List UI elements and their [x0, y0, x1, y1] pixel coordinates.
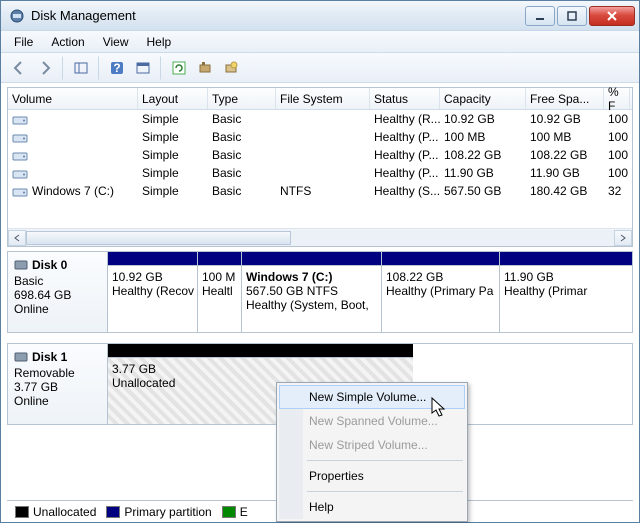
show-hide-button[interactable]	[69, 56, 99, 80]
refresh-button[interactable]	[167, 56, 191, 80]
menu-action[interactable]: Action	[42, 33, 93, 51]
partition[interactable]: 108.22 GBHealthy (Primary Pa	[382, 252, 500, 332]
legend-extended: E	[222, 505, 248, 519]
menu-file[interactable]: File	[5, 33, 42, 51]
volume-row[interactable]: Simple Basic Healthy (R... 10.92 GB 10.9…	[8, 110, 632, 128]
ctx-properties[interactable]: Properties	[279, 464, 465, 488]
help-button[interactable]: ?	[105, 56, 129, 80]
legend-unallocated: Unallocated	[15, 505, 96, 519]
settings-button[interactable]	[131, 56, 161, 80]
partition-bar	[108, 344, 413, 358]
col-pfree[interactable]: % F	[604, 88, 630, 109]
forward-button[interactable]	[33, 56, 63, 80]
partition-bar	[108, 252, 197, 266]
col-volume[interactable]: Volume	[8, 88, 138, 109]
ctx-new-striped-volume: New Striped Volume...	[279, 433, 465, 457]
minimize-button[interactable]	[525, 6, 555, 26]
drive-icon	[12, 132, 28, 144]
close-button[interactable]	[589, 6, 635, 26]
maximize-button[interactable]	[557, 6, 587, 26]
drive-icon	[12, 186, 28, 198]
col-free[interactable]: Free Spa...	[526, 88, 604, 109]
col-capacity[interactable]: Capacity	[440, 88, 526, 109]
disk-0-info: Disk 0 Basic 698.64 GB Online	[8, 252, 108, 332]
drive-icon	[12, 168, 28, 180]
partition[interactable]: 100 MHealtl	[198, 252, 242, 332]
context-menu: New Simple Volume... New Spanned Volume.…	[276, 382, 468, 522]
volume-row[interactable]: Simple Basic Healthy (P... 108.22 GB 108…	[8, 146, 632, 164]
volume-list[interactable]: Volume Layout Type File System Status Ca…	[7, 87, 633, 247]
scroll-track[interactable]	[26, 230, 614, 246]
legend-primary: Primary partition	[106, 505, 211, 519]
volume-rows: Simple Basic Healthy (R... 10.92 GB 10.9…	[8, 110, 632, 228]
back-button[interactable]	[7, 56, 31, 80]
toolbar: ?	[1, 53, 639, 83]
partition-bar	[382, 252, 499, 266]
col-status[interactable]: Status	[370, 88, 440, 109]
horizontal-scrollbar[interactable]	[8, 228, 632, 246]
more-actions-button[interactable]	[219, 56, 243, 80]
partition[interactable]: 11.90 GBHealthy (Primar	[500, 252, 632, 332]
drive-icon	[12, 150, 28, 162]
column-headers[interactable]: Volume Layout Type File System Status Ca…	[8, 88, 632, 110]
app-icon	[9, 8, 25, 24]
disk-icon	[14, 350, 28, 364]
context-menu-separator	[307, 460, 463, 461]
menu-bar: File Action View Help	[1, 31, 639, 53]
partition[interactable]: 10.92 GBHealthy (Recov	[108, 252, 198, 332]
col-layout[interactable]: Layout	[138, 88, 208, 109]
col-filesystem[interactable]: File System	[276, 88, 370, 109]
partition-bar	[242, 252, 381, 266]
menu-view[interactable]: View	[94, 33, 138, 51]
partition-bar	[500, 252, 632, 266]
scroll-thumb[interactable]	[26, 231, 291, 245]
volume-row[interactable]: Simple Basic Healthy (P... 100 MB 100 MB…	[8, 128, 632, 146]
title-bar[interactable]: Disk Management	[1, 1, 639, 31]
scroll-right-button[interactable]	[614, 230, 632, 246]
disk-icon	[14, 258, 28, 272]
ctx-new-simple-volume[interactable]: New Simple Volume...	[279, 385, 465, 409]
disk-1-info: Disk 1 Removable 3.77 GB Online	[8, 344, 108, 424]
col-type[interactable]: Type	[208, 88, 276, 109]
ctx-help[interactable]: Help	[279, 495, 465, 519]
window-title: Disk Management	[31, 8, 523, 23]
svg-text:?: ?	[113, 61, 120, 75]
ctx-new-spanned-volume: New Spanned Volume...	[279, 409, 465, 433]
disk-0[interactable]: Disk 0 Basic 698.64 GB Online 10.92 GBHe…	[7, 251, 633, 333]
scroll-left-button[interactable]	[8, 230, 26, 246]
context-menu-separator	[307, 491, 463, 492]
volume-row[interactable]: Simple Basic Healthy (P... 11.90 GB 11.9…	[8, 164, 632, 182]
rescan-button[interactable]	[193, 56, 217, 80]
volume-row[interactable]: Windows 7 (C:) Simple Basic NTFS Healthy…	[8, 182, 632, 200]
menu-help[interactable]: Help	[138, 33, 181, 51]
partition-bar	[198, 252, 241, 266]
partition[interactable]: Windows 7 (C:)567.50 GB NTFSHealthy (Sys…	[242, 252, 382, 332]
drive-icon	[12, 114, 28, 126]
